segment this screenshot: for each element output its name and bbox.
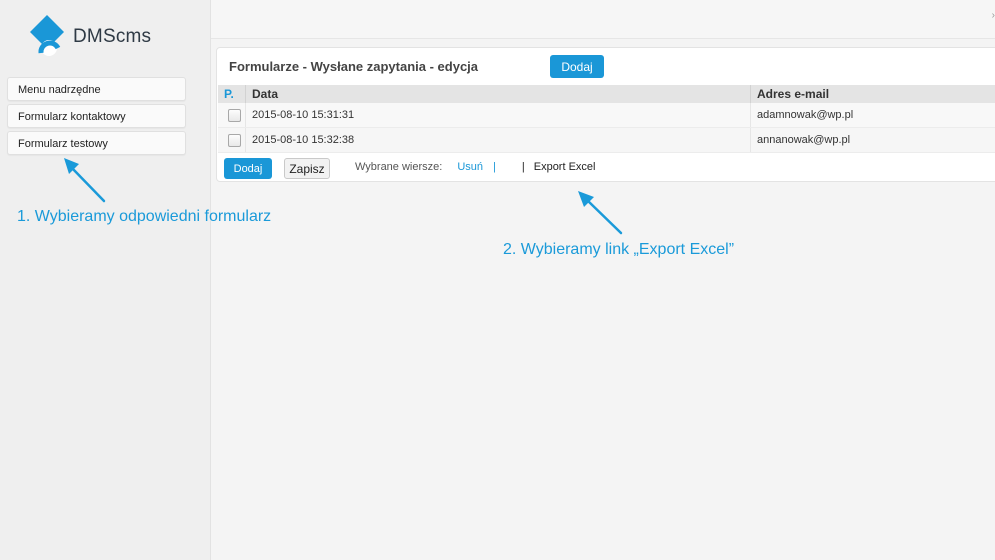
annotation-step-1: 1. Wybieramy odpowiedni formularz [17,208,272,225]
annotation-arrow-2-icon [578,191,623,235]
annotation-step-2: 2. Wybieramy link „Export Excel” [503,241,735,258]
